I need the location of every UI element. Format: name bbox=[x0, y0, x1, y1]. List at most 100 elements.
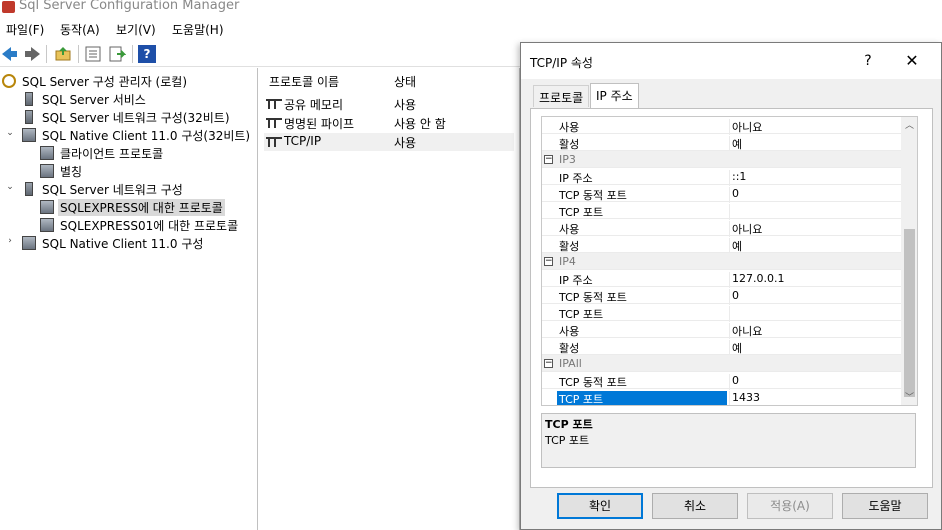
protocol-icon bbox=[40, 146, 54, 160]
protocol-state: 사용 안 함 bbox=[394, 117, 446, 131]
property-value[interactable] bbox=[729, 204, 899, 220]
property-row[interactable]: 활성 예 bbox=[542, 236, 902, 254]
menu-view[interactable]: 보기(V) bbox=[116, 21, 156, 38]
collapse-icon[interactable]: − bbox=[544, 359, 553, 368]
dialog-titlebar: TCP/IP 속성 ? ✕ bbox=[521, 43, 941, 79]
forward-icon[interactable] bbox=[22, 45, 40, 63]
protocol-name: 명명된 파이프 bbox=[284, 117, 355, 131]
property-name: 사용 bbox=[559, 121, 580, 134]
menu-file[interactable]: 파일(F) bbox=[6, 21, 44, 38]
protocol-icon bbox=[266, 118, 282, 128]
back-icon[interactable] bbox=[2, 45, 20, 63]
list-item[interactable]: 명명된 파이프 사용 안 함 bbox=[264, 114, 514, 132]
cancel-button[interactable]: 취소 bbox=[652, 493, 738, 519]
apply-button[interactable]: 적용(A) bbox=[747, 493, 833, 519]
up-folder-icon[interactable] bbox=[54, 45, 72, 63]
property-name: IP 주소 bbox=[559, 172, 593, 185]
protocol-state: 사용 bbox=[394, 136, 417, 150]
description-text: TCP 포트 bbox=[545, 434, 590, 447]
tab-protocol[interactable]: 프로토콜 bbox=[533, 85, 590, 107]
property-value[interactable]: ::1 bbox=[729, 170, 899, 186]
property-grid: 사용 아니요 활성 예 − IP3 IP 주소 ::1 TCP 동적 포트 0 … bbox=[541, 116, 918, 406]
property-row-selected[interactable]: TCP 포트 1433 bbox=[542, 389, 902, 405]
computer-icon bbox=[22, 128, 36, 142]
vertical-scrollbar[interactable]: ︿ ﹀ bbox=[901, 117, 917, 405]
help-button[interactable]: 도움말 bbox=[842, 493, 928, 519]
menu-action[interactable]: 동작(A) bbox=[60, 21, 100, 38]
property-name: IP 주소 bbox=[559, 274, 593, 287]
tree-item-label: SQLEXPRESS01에 대한 프로토콜 bbox=[60, 219, 239, 233]
property-section-ip4[interactable]: − IP4 bbox=[542, 253, 902, 270]
protocol-icon bbox=[266, 137, 282, 147]
property-row[interactable]: 활성 예 bbox=[542, 338, 902, 356]
property-name: 활성 bbox=[559, 138, 580, 151]
menu-help[interactable]: 도움말(H) bbox=[172, 21, 224, 38]
property-row[interactable]: 활성 예 bbox=[542, 134, 902, 152]
property-row[interactable]: 사용 아니요 bbox=[542, 117, 902, 135]
property-value[interactable]: 아니요 bbox=[729, 323, 899, 339]
tree-item-label: 별칭 bbox=[60, 165, 83, 179]
expand-chevron-icon[interactable]: › bbox=[5, 236, 15, 246]
alias-icon bbox=[40, 164, 54, 178]
scroll-up-icon[interactable]: ︿ bbox=[903, 119, 916, 133]
expand-chevron-icon[interactable]: ⌄ bbox=[5, 128, 15, 138]
protocol-name: TCP/IP bbox=[284, 134, 322, 148]
property-value[interactable]: 127.0.0.1 bbox=[729, 272, 899, 288]
property-name: TCP 포트 bbox=[557, 391, 727, 405]
property-row[interactable]: TCP 동적 포트 0 bbox=[542, 372, 902, 390]
property-value[interactable]: 0 bbox=[729, 289, 899, 305]
list-item[interactable]: 공유 메모리 사용 bbox=[264, 95, 514, 113]
collapse-icon[interactable]: − bbox=[544, 155, 553, 164]
help-icon[interactable]: ? bbox=[859, 52, 877, 70]
tree-item-label: SQL Server 네트워크 구성 bbox=[42, 183, 183, 197]
close-icon[interactable]: ✕ bbox=[901, 52, 923, 70]
properties-icon[interactable] bbox=[84, 45, 102, 63]
tree-pane: SQL Server 구성 관리자 (로컬) SQL Server 서비스 SQ… bbox=[0, 68, 258, 530]
property-value[interactable]: 예 bbox=[729, 136, 899, 152]
property-row[interactable]: TCP 동적 포트 0 bbox=[542, 185, 902, 203]
tab-ip-addresses[interactable]: IP 주소 bbox=[590, 83, 639, 108]
property-value[interactable]: 예 bbox=[729, 340, 899, 356]
property-row[interactable]: TCP 포트 bbox=[542, 202, 902, 220]
property-value[interactable]: 0 bbox=[729, 187, 899, 203]
property-section-ip3[interactable]: − IP3 bbox=[542, 151, 902, 168]
server-icon bbox=[25, 182, 33, 196]
expand-chevron-icon[interactable]: ⌄ bbox=[5, 182, 15, 192]
property-row[interactable]: TCP 동적 포트 0 bbox=[542, 287, 902, 305]
protocol-icon bbox=[266, 99, 282, 109]
property-section-ipall[interactable]: − IPAll bbox=[542, 355, 902, 372]
property-value[interactable] bbox=[729, 306, 899, 322]
protocol-name: 공유 메모리 bbox=[284, 98, 344, 112]
protocol-list: 프로토콜 이름 상태 공유 메모리 사용 명명된 파이프 사용 안 함 TCP/… bbox=[260, 68, 520, 530]
menu-bar: 파일(F) 동작(A) 보기(V) 도움말(H) bbox=[0, 18, 942, 40]
property-value[interactable]: 0 bbox=[729, 374, 899, 390]
property-name: 사용 bbox=[559, 223, 580, 236]
section-name: IP4 bbox=[559, 255, 576, 268]
scroll-thumb[interactable] bbox=[904, 229, 915, 397]
property-name: TCP 동적 포트 bbox=[559, 189, 627, 202]
ok-button[interactable]: 확인 bbox=[557, 493, 643, 519]
property-value[interactable]: 예 bbox=[729, 238, 899, 254]
server-icon bbox=[25, 110, 33, 124]
protocol-icon bbox=[40, 200, 54, 214]
list-item[interactable]: TCP/IP 사용 bbox=[264, 133, 514, 151]
tree-item-label: SQL Server 서비스 bbox=[42, 93, 146, 107]
scroll-down-icon[interactable]: ﹀ bbox=[903, 391, 916, 405]
window-titlebar: Sql Server Configuration Manager bbox=[0, 0, 942, 17]
property-row[interactable]: IP 주소 127.0.0.1 bbox=[542, 270, 902, 288]
property-row[interactable]: 사용 아니요 bbox=[542, 219, 902, 237]
property-row[interactable]: 사용 아니요 bbox=[542, 321, 902, 339]
tcp-port-value[interactable]: 1433 bbox=[729, 391, 899, 405]
property-row[interactable]: TCP 포트 bbox=[542, 304, 902, 322]
export-icon[interactable] bbox=[108, 45, 127, 63]
section-name: IPAll bbox=[559, 357, 582, 370]
help-icon[interactable]: ? bbox=[138, 45, 156, 63]
tree-item-label: 클라이언트 프로토콜 bbox=[60, 147, 164, 161]
collapse-icon[interactable]: − bbox=[544, 257, 553, 266]
property-row[interactable]: IP 주소 ::1 bbox=[542, 168, 902, 186]
property-value[interactable]: 아니요 bbox=[729, 119, 899, 135]
property-value[interactable]: 아니요 bbox=[729, 221, 899, 237]
column-header-state[interactable]: 상태 bbox=[394, 73, 416, 90]
column-header-name[interactable]: 프로토콜 이름 bbox=[269, 73, 339, 90]
server-icon bbox=[25, 92, 33, 106]
